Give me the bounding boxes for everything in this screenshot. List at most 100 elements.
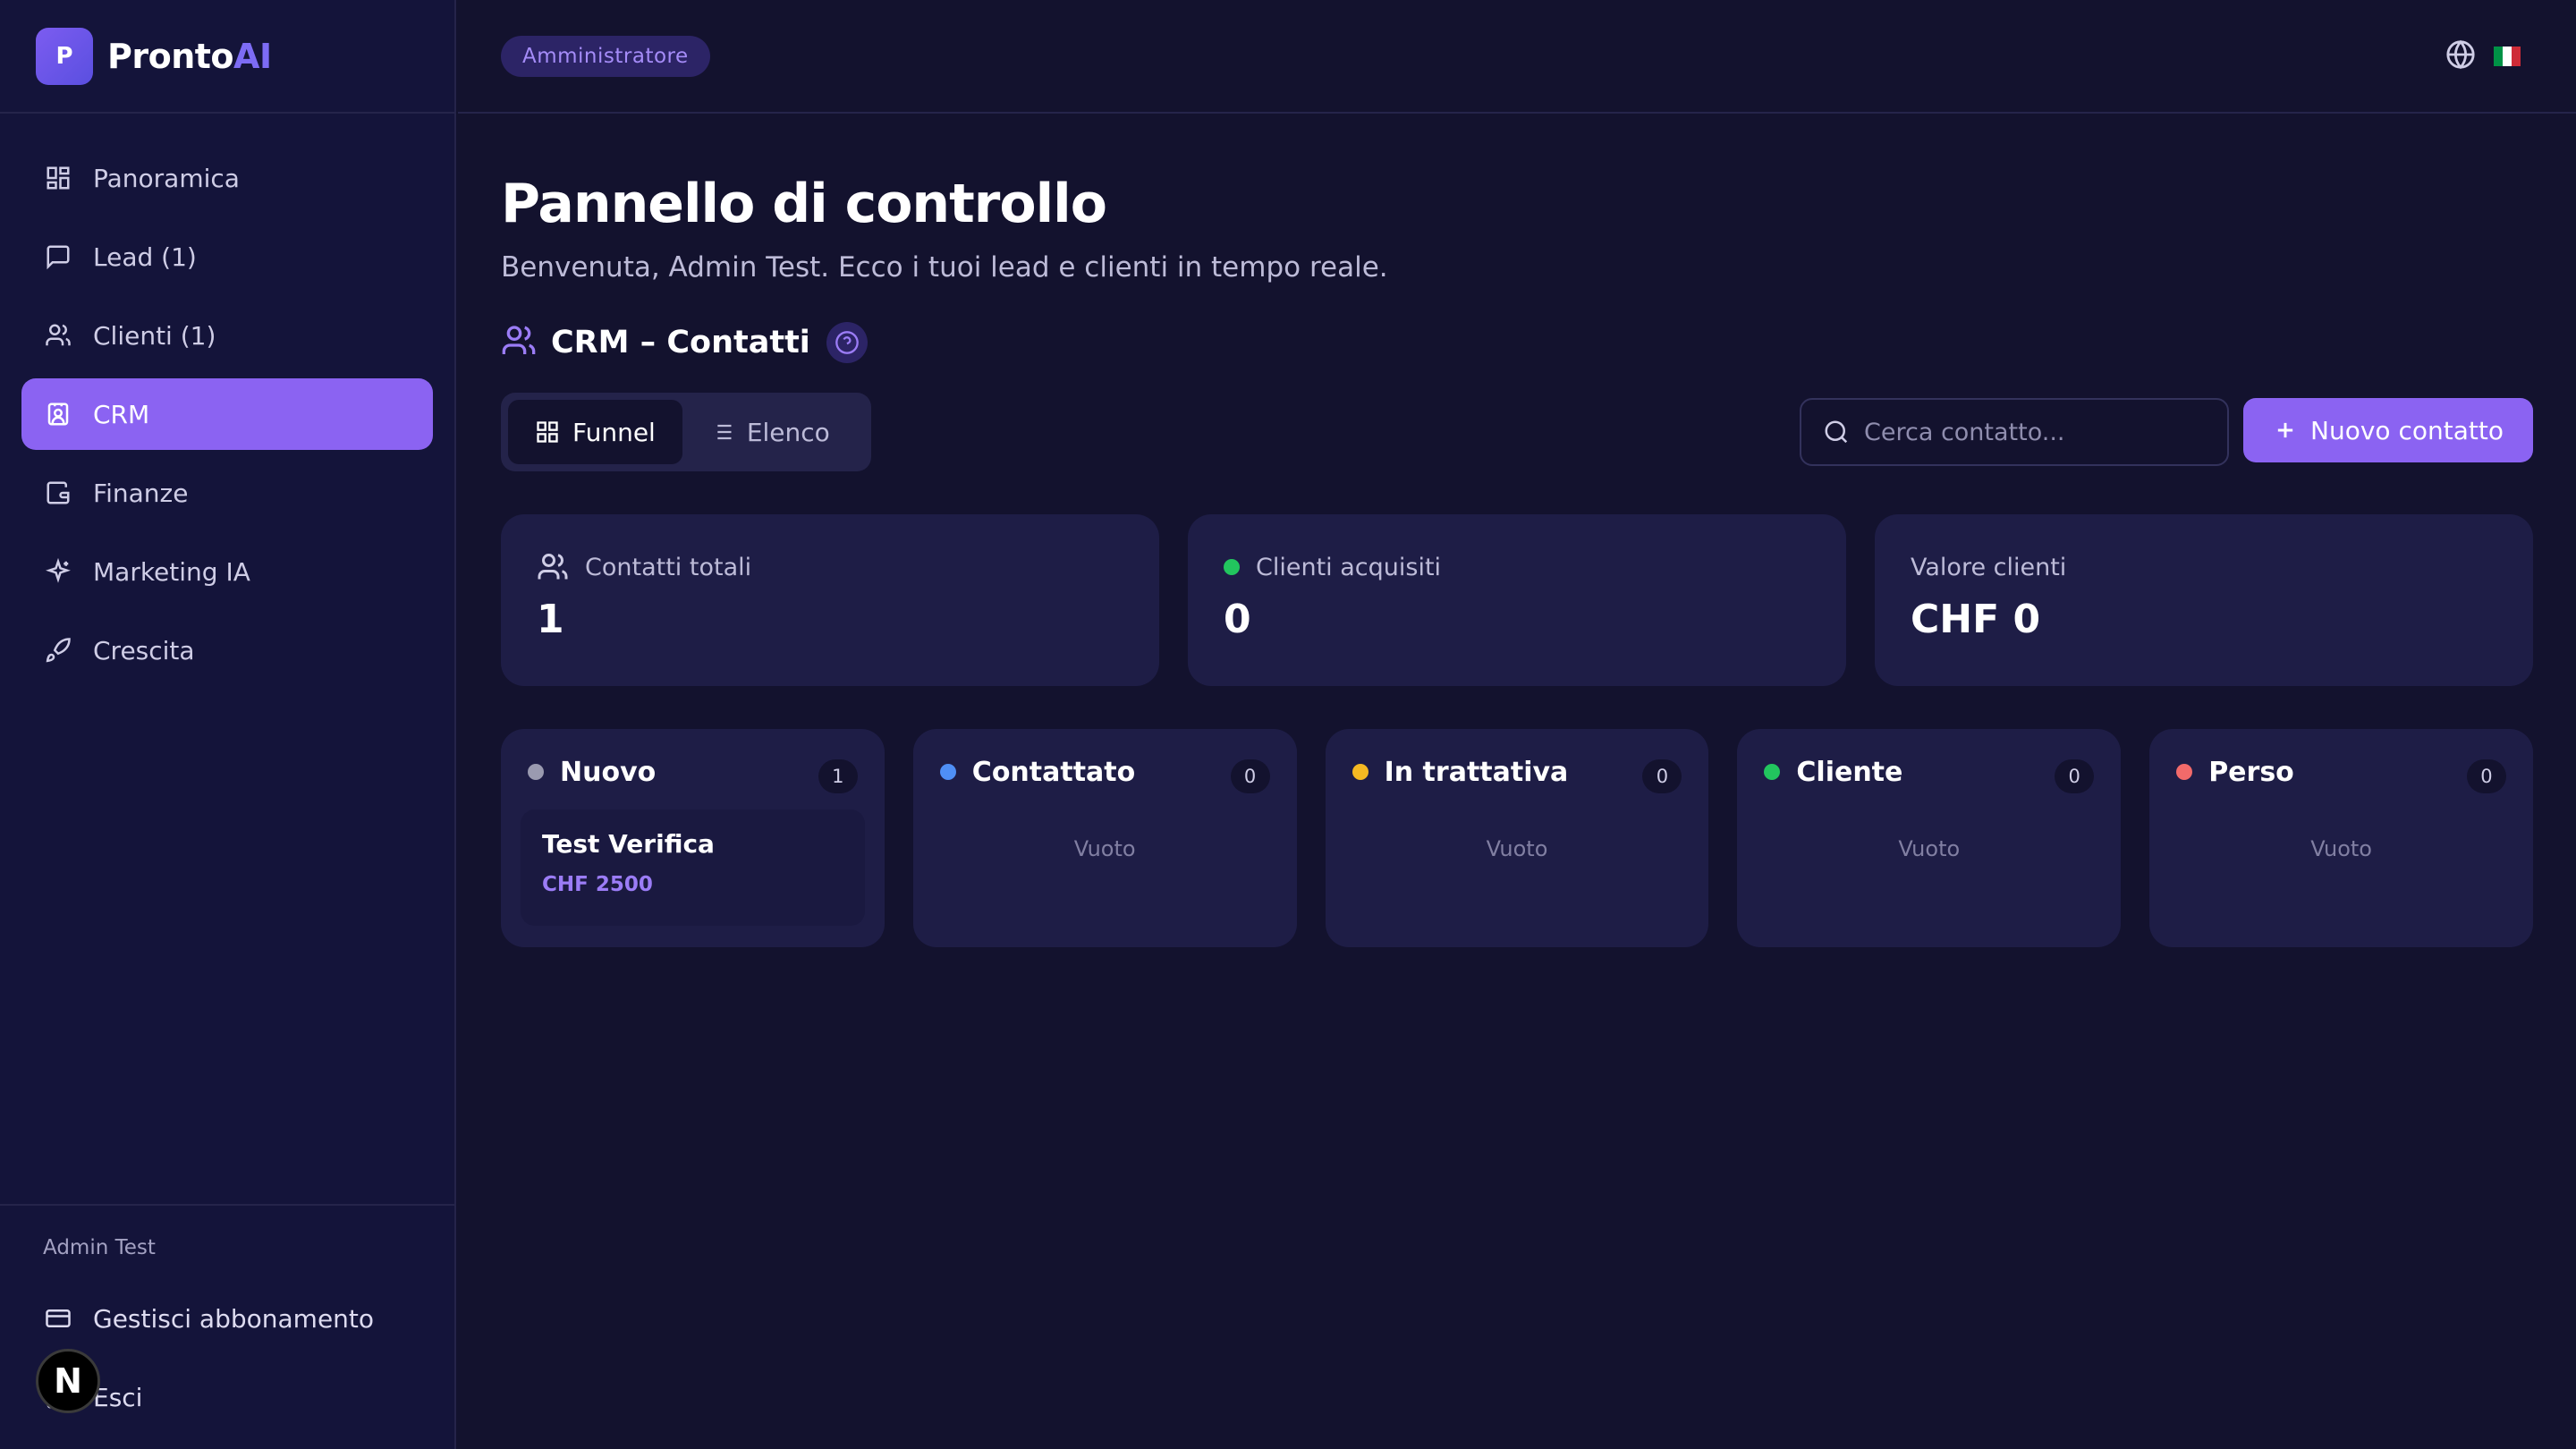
sidebar-item-label: Lead (1)	[93, 242, 197, 272]
main-content: Pannello di controllo Benvenuta, Admin T…	[501, 114, 2533, 947]
flag-red-band	[2512, 47, 2521, 66]
status-dot-icon	[2176, 764, 2193, 780]
pipeline-stage-cliente: Cliente 0 Vuoto	[1737, 729, 2122, 947]
nextjs-dev-badge[interactable]: N	[36, 1349, 100, 1413]
stage-empty-label: Vuoto	[1486, 836, 1548, 861]
users-icon	[538, 554, 568, 580]
chat-icon	[43, 242, 73, 272]
users-icon	[43, 320, 73, 351]
status-dot-icon	[1224, 559, 1240, 575]
sidebar-item-label: Finanze	[93, 478, 189, 508]
stage-name: Perso	[2208, 756, 2294, 788]
new-contact-label: Nuovo contatto	[2310, 415, 2504, 445]
contact-search-input[interactable]	[1864, 418, 2204, 446]
grid-icon	[537, 421, 558, 443]
plus-icon	[2277, 422, 2293, 438]
stat-client-value: Valore clienti CHF 0	[1875, 514, 2533, 686]
sidebar-nav: Panoramica Lead (1) Clienti (1) CRM Fina…	[0, 114, 454, 686]
logout-label: Esci	[93, 1382, 143, 1412]
stat-value: 1	[537, 597, 564, 642]
stage-count-badge: 0	[1230, 759, 1270, 793]
deal-name: Test Verifica	[542, 829, 715, 859]
stage-name: Cliente	[1796, 756, 1903, 788]
stat-label: Contatti totali	[585, 553, 752, 581]
stage-name: Nuovo	[560, 756, 657, 788]
stage-count-badge: 0	[2055, 759, 2095, 793]
italian-flag-icon[interactable]	[2494, 47, 2521, 66]
deal-card[interactable]: Test Verifica CHF 2500	[521, 809, 865, 926]
crm-section-header: CRM – Contatti	[501, 321, 2533, 364]
brand-name-ai: AI	[233, 36, 272, 76]
manage-subscription-label: Gestisci abbonamento	[93, 1303, 375, 1334]
sidebar-item-label: Panoramica	[93, 163, 240, 193]
page-subtitle: Benvenuta, Admin Test. Ecco i tuoi lead …	[501, 251, 1388, 284]
brand[interactable]: P ProntoAI	[0, 0, 454, 114]
sidebar-item-label: Crescita	[93, 635, 195, 665]
sparkles-icon	[43, 556, 73, 587]
pipeline-stage-in-trattativa: In trattativa 0 Vuoto	[1325, 729, 1709, 947]
status-dot-icon	[1352, 764, 1368, 780]
globe-icon[interactable]	[2445, 39, 2476, 73]
sidebar-item-label: Clienti (1)	[93, 320, 216, 351]
stage-count-badge: 0	[1642, 759, 1682, 793]
help-icon[interactable]	[826, 322, 868, 363]
grid-icon	[43, 163, 73, 193]
brand-name: ProntoAI	[107, 37, 272, 76]
stat-value: CHF 0	[1911, 597, 2041, 642]
sidebar-item-lead[interactable]: Lead (1)	[21, 221, 433, 292]
crm-section-title: CRM – Contatti	[551, 325, 810, 360]
stat-label: Clienti acquisiti	[1256, 553, 1442, 581]
stage-count-badge: 1	[818, 759, 858, 793]
sidebar: P ProntoAI Panoramica Lead (1) Clienti (…	[0, 0, 456, 1449]
stat-acquired-clients: Clienti acquisiti 0	[1188, 514, 1846, 686]
deal-value: CHF 2500	[542, 873, 653, 896]
sidebar-item-crescita[interactable]: Crescita	[21, 614, 433, 686]
sidebar-item-finanze[interactable]: Finanze	[21, 457, 433, 529]
new-contact-button[interactable]: Nuovo contatto	[2243, 398, 2533, 462]
rocket-icon	[43, 635, 73, 665]
view-toggle: Funnel Elenco	[501, 393, 871, 471]
role-badge: Amministratore	[501, 35, 710, 77]
stage-name: Contattato	[971, 756, 1136, 788]
contact-search[interactable]	[1800, 398, 2229, 466]
flag-white-band	[2503, 47, 2512, 66]
search-icon	[1825, 420, 1848, 444]
brand-name-main: Pronto	[107, 36, 234, 76]
flag-green-band	[2494, 47, 2503, 66]
view-list-label: Elenco	[746, 417, 830, 447]
credit-card-icon	[43, 1303, 73, 1334]
stat-label: Valore clienti	[1911, 553, 2067, 581]
stage-count-badge: 0	[2466, 759, 2506, 793]
crm-toolbar: Funnel Elenco Nuovo contatto	[501, 393, 2533, 471]
pipeline-board: Nuovo 1 Test Verifica CHF 2500 Contattat…	[501, 729, 2533, 947]
page-title: Pannello di controllo	[501, 173, 1107, 235]
users-icon	[501, 323, 537, 362]
sidebar-item-marketing[interactable]: Marketing IA	[21, 536, 433, 607]
manage-subscription-link[interactable]: Gestisci abbonamento	[0, 1286, 454, 1351]
sidebar-item-clienti[interactable]: Clienti (1)	[21, 300, 433, 371]
stage-empty-label: Vuoto	[1073, 836, 1136, 861]
pipeline-stage-contattato: Contattato 0 Vuoto	[912, 729, 1297, 947]
pipeline-stage-nuovo: Nuovo 1 Test Verifica CHF 2500	[501, 729, 885, 947]
stats-row: Contatti totali 1 Clienti acquisiti 0 Va…	[501, 514, 2533, 686]
language-switcher[interactable]	[2445, 39, 2521, 73]
sidebar-item-label: CRM	[93, 399, 150, 429]
list-icon	[712, 424, 732, 440]
view-list-button[interactable]: Elenco	[682, 400, 857, 464]
view-funnel-button[interactable]: Funnel	[508, 400, 682, 464]
brand-logo: P	[36, 27, 93, 85]
status-dot-icon	[939, 764, 956, 780]
current-user-name: Admin Test	[43, 1236, 156, 1259]
stage-name: In trattativa	[1384, 756, 1569, 788]
sidebar-item-label: Marketing IA	[93, 556, 250, 587]
sidebar-item-crm[interactable]: CRM	[21, 378, 433, 450]
status-dot-icon	[1764, 764, 1781, 780]
stat-total-contacts: Contatti totali 1	[501, 514, 1159, 686]
sidebar-item-panoramica[interactable]: Panoramica	[21, 142, 433, 214]
topbar: Amministratore	[458, 0, 2576, 114]
contact-card-icon	[43, 399, 73, 429]
status-dot-icon	[528, 764, 544, 780]
wallet-icon	[43, 478, 73, 508]
view-funnel-label: Funnel	[572, 417, 656, 447]
stage-empty-label: Vuoto	[2310, 836, 2372, 861]
